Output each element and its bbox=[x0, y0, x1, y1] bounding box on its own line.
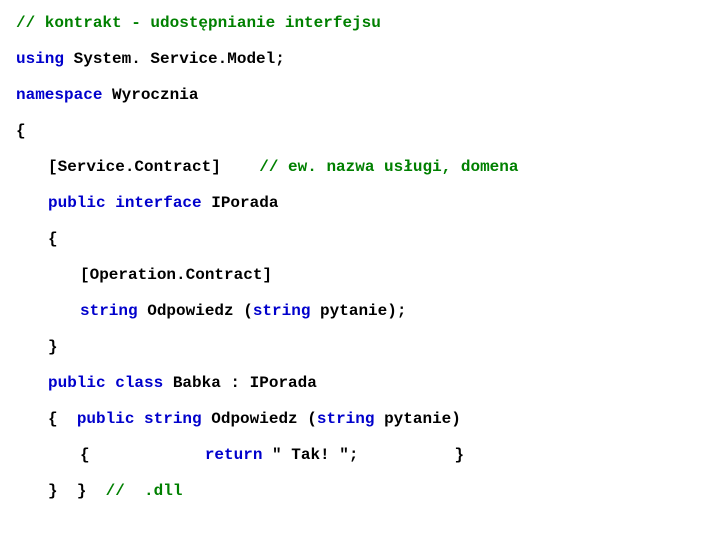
code-line: { return " Tak! "; } bbox=[16, 446, 704, 464]
code-line: } } // .dll bbox=[16, 482, 704, 500]
code-text: Odpowiedz ( bbox=[138, 302, 253, 320]
keyword-class: class bbox=[106, 374, 164, 392]
code-text: pytanie); bbox=[310, 302, 406, 320]
keyword-namespace: namespace bbox=[16, 86, 102, 104]
code-line: [Operation.Contract] bbox=[16, 266, 704, 284]
code-text: Odpowiedz ( bbox=[202, 410, 317, 428]
code-text: System. Service.Model; bbox=[64, 50, 285, 68]
attribute: [Operation.Contract] bbox=[80, 266, 272, 284]
keyword-public: public bbox=[48, 374, 106, 392]
gap bbox=[221, 158, 259, 176]
brace: { bbox=[80, 446, 90, 464]
code-line: } bbox=[16, 338, 704, 356]
code-line: public interface IPorada bbox=[16, 194, 704, 212]
keyword-string: string bbox=[317, 410, 375, 428]
string-literal: " Tak! "; bbox=[262, 446, 358, 464]
gap bbox=[58, 410, 77, 428]
code-text: Babka : IPorada bbox=[163, 374, 317, 392]
code-text: Wyrocznia bbox=[102, 86, 198, 104]
code-line: namespace Wyrocznia bbox=[16, 86, 704, 104]
keyword-public: public bbox=[77, 410, 135, 428]
brace: { bbox=[16, 122, 26, 140]
code-text: IPorada bbox=[202, 194, 279, 212]
keyword-public: public bbox=[48, 194, 106, 212]
gap bbox=[86, 482, 105, 500]
code-line: [Service.Contract] // ew. nazwa usługi, … bbox=[16, 158, 704, 176]
keyword-string: string bbox=[253, 302, 311, 320]
keyword-string: string bbox=[134, 410, 201, 428]
brace: } bbox=[48, 482, 58, 500]
comment-text: // .dll bbox=[106, 482, 183, 500]
keyword-return: return bbox=[205, 446, 263, 464]
gap bbox=[358, 446, 454, 464]
brace: { bbox=[48, 410, 58, 428]
keyword-interface: interface bbox=[106, 194, 202, 212]
brace: { bbox=[48, 230, 58, 248]
comment-text: // kontrakt - udostępnianie interfejsu bbox=[16, 14, 381, 32]
brace: } bbox=[48, 338, 58, 356]
code-text: pytanie) bbox=[374, 410, 460, 428]
attribute: [Service.Contract] bbox=[48, 158, 221, 176]
comment-text: // ew. nazwa usługi, domena bbox=[259, 158, 518, 176]
code-line: string Odpowiedz (string pytanie); bbox=[16, 302, 704, 320]
code-line: { bbox=[16, 122, 704, 140]
gap bbox=[90, 446, 205, 464]
brace: } bbox=[454, 446, 464, 464]
keyword-string: string bbox=[80, 302, 138, 320]
gap bbox=[58, 482, 77, 500]
code-line: // kontrakt - udostępnianie interfejsu bbox=[16, 14, 704, 32]
code-line: { bbox=[16, 230, 704, 248]
code-line: using System. Service.Model; bbox=[16, 50, 704, 68]
code-line: { public string Odpowiedz (string pytani… bbox=[16, 410, 704, 428]
code-line: public class Babka : IPorada bbox=[16, 374, 704, 392]
brace: } bbox=[77, 482, 87, 500]
keyword-using: using bbox=[16, 50, 64, 68]
